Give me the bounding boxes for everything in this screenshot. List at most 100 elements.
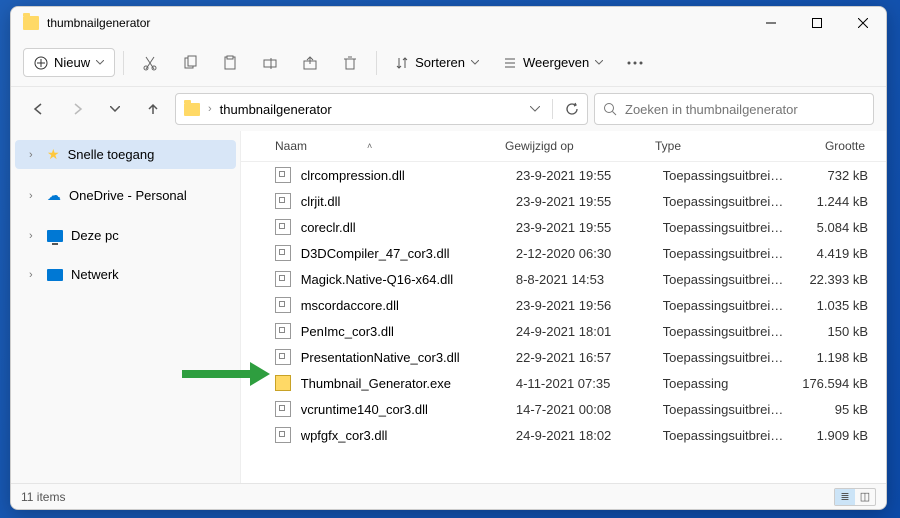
rename-button[interactable]: [252, 45, 288, 81]
search-bar[interactable]: [594, 93, 874, 125]
details-view-button[interactable]: ≣: [835, 489, 855, 505]
separator: [376, 51, 377, 75]
new-label: Nieuw: [54, 55, 90, 70]
sidebar-label: Snelle toegang: [68, 147, 155, 162]
minimize-button[interactable]: [748, 7, 794, 39]
file-type: Toepassingsuitbreidi...: [663, 324, 790, 339]
file-date: 23-9-2021 19:55: [516, 194, 663, 209]
sidebar-item-quick-access[interactable]: › ★ Snelle toegang: [15, 140, 236, 169]
view-button[interactable]: Weergeven: [493, 49, 613, 76]
column-size[interactable]: Grootte: [785, 139, 865, 153]
file-date: 2-12-2020 06:30: [516, 246, 663, 261]
paste-button[interactable]: [212, 45, 248, 81]
titlebar: thumbnailgenerator: [11, 7, 886, 39]
file-type: Toepassingsuitbreidi...: [663, 246, 790, 261]
file-name: coreclr.dll: [301, 220, 516, 235]
file-name: mscordaccore.dll: [301, 298, 516, 313]
search-input[interactable]: [625, 102, 865, 117]
file-size: 95 kB: [790, 402, 868, 417]
sort-button[interactable]: Sorteren: [385, 49, 489, 76]
file-row[interactable]: vcruntime140_cor3.dll14-7-2021 00:08Toep…: [241, 396, 886, 422]
file-type: Toepassingsuitbreidi...: [663, 272, 790, 287]
close-button[interactable]: [840, 7, 886, 39]
file-date: 23-9-2021 19:55: [516, 220, 663, 235]
navbar: › thumbnailgenerator: [11, 87, 886, 131]
sidebar: › ★ Snelle toegang › ☁ OneDrive - Person…: [11, 131, 241, 483]
share-button[interactable]: [292, 45, 328, 81]
file-size: 176.594 kB: [790, 376, 868, 391]
column-name[interactable]: Naam˄: [275, 139, 505, 153]
new-button[interactable]: Nieuw: [23, 48, 115, 77]
column-date[interactable]: Gewijzigd op: [505, 139, 655, 153]
column-type[interactable]: Type: [655, 139, 785, 153]
content-area: › ★ Snelle toegang › ☁ OneDrive - Person…: [11, 131, 886, 483]
cut-button[interactable]: [132, 45, 168, 81]
dll-icon: [275, 323, 291, 339]
star-icon: ★: [47, 146, 60, 163]
sidebar-item-onedrive[interactable]: › ☁ OneDrive - Personal: [15, 181, 236, 210]
back-button[interactable]: [23, 93, 55, 125]
address-bar[interactable]: › thumbnailgenerator: [175, 93, 588, 125]
dll-icon: [275, 167, 291, 183]
file-name: clrjit.dll: [301, 194, 516, 209]
file-row[interactable]: Magick.Native-Q16-x64.dll8-8-2021 14:53T…: [241, 266, 886, 292]
file-row[interactable]: Thumbnail_Generator.exe4-11-2021 07:35To…: [241, 370, 886, 396]
file-row[interactable]: mscordaccore.dll23-9-2021 19:56Toepassin…: [241, 292, 886, 318]
folder-icon: [23, 16, 39, 30]
refresh-icon[interactable]: [565, 102, 579, 116]
chevron-right-icon: ›: [29, 149, 39, 161]
dll-icon: [275, 349, 291, 365]
file-type: Toepassingsuitbreidi...: [663, 168, 790, 183]
toolbar: Nieuw Sorteren Weergeven: [11, 39, 886, 87]
sort-label: Sorteren: [415, 55, 465, 70]
file-row[interactable]: clrcompression.dll23-9-2021 19:55Toepass…: [241, 162, 886, 188]
dll-icon: [275, 219, 291, 235]
forward-button[interactable]: [61, 93, 93, 125]
file-name: D3DCompiler_47_cor3.dll: [301, 246, 516, 261]
network-icon: [47, 269, 63, 281]
file-date: 14-7-2021 00:08: [516, 402, 663, 417]
window-title: thumbnailgenerator: [47, 16, 748, 30]
file-size: 1.035 kB: [790, 298, 868, 313]
delete-button[interactable]: [332, 45, 368, 81]
view-icon: [503, 56, 517, 70]
large-icons-view-button[interactable]: ◫: [855, 489, 875, 505]
dll-icon: [275, 245, 291, 261]
sidebar-item-network[interactable]: › Netwerk: [15, 261, 236, 288]
up-button[interactable]: [137, 93, 169, 125]
sidebar-label: Deze pc: [71, 228, 119, 243]
file-date: 23-9-2021 19:55: [516, 168, 663, 183]
file-size: 1.198 kB: [790, 350, 868, 365]
file-type: Toepassingsuitbreidi...: [663, 298, 790, 313]
file-row[interactable]: clrjit.dll23-9-2021 19:55Toepassingsuitb…: [241, 188, 886, 214]
window-controls: [748, 7, 886, 39]
dll-icon: [275, 297, 291, 313]
file-type: Toepassingsuitbreidi...: [663, 350, 790, 365]
chevron-down-icon[interactable]: [530, 106, 540, 112]
separator: [552, 99, 553, 119]
sidebar-label: OneDrive - Personal: [69, 188, 187, 203]
copy-button[interactable]: [172, 45, 208, 81]
sidebar-item-this-pc[interactable]: › Deze pc: [15, 222, 236, 249]
file-name: clrcompression.dll: [301, 168, 516, 183]
file-size: 1.909 kB: [790, 428, 868, 443]
explorer-window: thumbnailgenerator Nieuw Sorteren Weerge…: [10, 6, 887, 510]
file-row[interactable]: wpfgfx_cor3.dll24-9-2021 18:02Toepassing…: [241, 422, 886, 448]
pc-icon: [47, 230, 63, 242]
maximize-button[interactable]: [794, 7, 840, 39]
recent-button[interactable]: [99, 93, 131, 125]
file-row[interactable]: PenImc_cor3.dll24-9-2021 18:01Toepassing…: [241, 318, 886, 344]
file-size: 732 kB: [790, 168, 868, 183]
file-row[interactable]: D3DCompiler_47_cor3.dll2-12-2020 06:30To…: [241, 240, 886, 266]
file-row[interactable]: PresentationNative_cor3.dll22-9-2021 16:…: [241, 344, 886, 370]
view-label: Weergeven: [523, 55, 589, 70]
file-size: 22.393 kB: [790, 272, 868, 287]
chevron-right-icon: ›: [29, 190, 39, 202]
file-row[interactable]: coreclr.dll23-9-2021 19:55Toepassingsuit…: [241, 214, 886, 240]
file-type: Toepassing: [663, 376, 790, 391]
statusbar: 11 items ≣ ◫: [11, 483, 886, 509]
chevron-right-icon: ›: [29, 230, 39, 242]
more-button[interactable]: [617, 45, 653, 81]
chevron-down-icon: [96, 60, 104, 65]
file-size: 5.084 kB: [790, 220, 868, 235]
